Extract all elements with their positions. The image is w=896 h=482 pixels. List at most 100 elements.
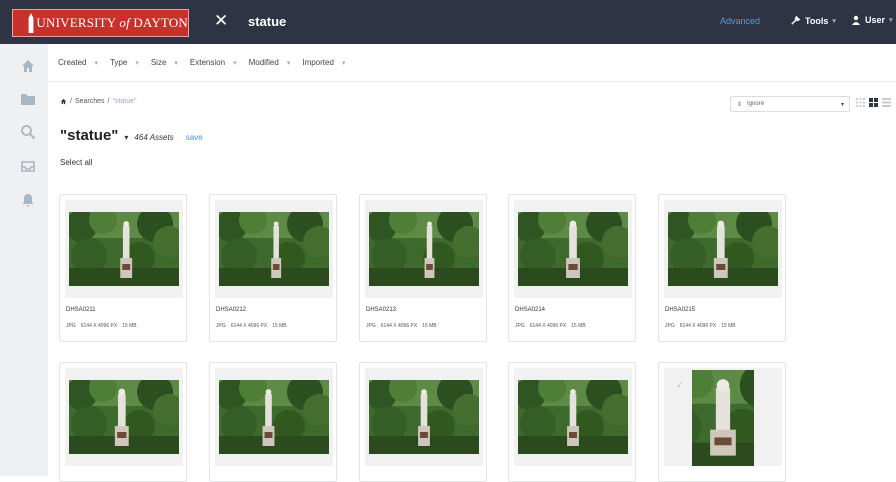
asset-thumbnail[interactable]	[65, 368, 183, 466]
asset-card[interactable]: DHSA0213 JPG 6144 X 4096 PX 15 MB	[359, 194, 487, 342]
advanced-search-link[interactable]: Advanced	[720, 16, 760, 26]
user-icon	[852, 15, 860, 25]
checkmark-icon[interactable]: ✓	[676, 380, 684, 391]
statue-photo	[215, 206, 333, 291]
chevron-down-icon: ▾	[840, 101, 844, 108]
filter-size[interactable]: Size ▾	[151, 58, 178, 67]
logo-text: UNIVERSITY of DAYTON	[36, 15, 188, 30]
asset-thumbnail[interactable]	[215, 200, 333, 298]
top-navigation-bar: UNIVERSITY of DAYTON ✕ statue Advanced T…	[0, 0, 896, 44]
search-icon[interactable]	[20, 124, 36, 140]
filter-label: Type	[109, 58, 128, 67]
tools-label: Tools	[805, 15, 829, 26]
save-search-link[interactable]: save	[186, 133, 203, 142]
asset-ext: JPG	[665, 323, 675, 329]
bell-icon[interactable]	[20, 192, 36, 208]
statue-photo	[664, 206, 782, 291]
user-menu[interactable]: User ▾	[851, 15, 893, 25]
filter-label: Size	[150, 58, 167, 67]
asset-size: 15 MB	[422, 323, 437, 329]
asset-card[interactable]	[209, 362, 337, 482]
asset-card[interactable]: DHSA0212 JPG 6144 X 4096 PX 15 MB	[209, 194, 337, 342]
asset-card[interactable]	[59, 362, 187, 482]
select-all-link[interactable]: Select all	[60, 158, 92, 167]
asset-thumbnail[interactable]	[514, 368, 632, 466]
filter-label: Extension	[189, 58, 226, 67]
asset-meta: JPG 6144 X 4096 PX 15 MB	[66, 323, 137, 329]
asset-card[interactable]	[508, 362, 636, 482]
asset-ext: JPG	[515, 323, 525, 329]
user-label: User	[865, 15, 886, 25]
asset-name: DHSA0215	[665, 307, 696, 313]
tools-menu[interactable]: Tools ▾	[790, 15, 836, 26]
statue-photo	[215, 374, 333, 459]
statue-photo	[365, 206, 483, 291]
filter-created[interactable]: Created ▾	[58, 58, 98, 67]
sort-value: Ignore	[747, 101, 765, 107]
breadcrumb-current: "statue"	[112, 98, 137, 105]
breadcrumb: / Searches / "statue"	[60, 98, 137, 105]
small-grid-view-icon[interactable]	[856, 98, 865, 107]
chevron-down-icon: ▾	[174, 59, 178, 67]
sort-select[interactable]: ⇕ Ignore ▾	[730, 96, 850, 112]
asset-dims: 6144 X 4096 PX	[230, 323, 268, 329]
results-title: "statue"	[60, 127, 119, 144]
chevron-down-icon: ▾	[94, 59, 98, 67]
statue-photo	[514, 206, 632, 291]
chapel-tower-icon	[23, 13, 34, 33]
inbox-icon[interactable]	[20, 158, 36, 174]
large-grid-view-icon[interactable]	[869, 98, 878, 107]
asset-thumbnail[interactable]	[514, 200, 632, 298]
asset-card[interactable]: ✓	[658, 362, 786, 482]
statue-photo	[365, 374, 483, 459]
home-icon[interactable]	[20, 58, 36, 74]
statue-photo	[65, 374, 183, 459]
folder-icon[interactable]	[20, 91, 36, 107]
filter-modified[interactable]: Modified ▾	[249, 58, 291, 67]
asset-size: 15 MB	[721, 323, 736, 329]
asset-size: 15 MB	[122, 323, 137, 329]
asset-card[interactable]: DHSA0214 JPG 6144 X 4096 PX 15 MB	[508, 194, 636, 342]
filter-label: Imported	[302, 58, 334, 67]
asset-ext: JPG	[66, 323, 76, 329]
university-logo[interactable]: UNIVERSITY of DAYTON	[12, 9, 189, 37]
asset-card[interactable]: DHSA0215 JPG 6144 X 4096 PX 15 MB	[658, 194, 786, 342]
asset-name: DHSA0211	[66, 307, 96, 313]
chevron-down-icon: ▾	[233, 59, 237, 67]
filter-imported[interactable]: Imported ▾	[302, 58, 345, 67]
search-query[interactable]: statue	[248, 14, 286, 29]
asset-thumbnail[interactable]	[664, 200, 782, 298]
view-toggle	[856, 98, 891, 107]
chevron-down-icon: ▾	[286, 59, 291, 67]
filter-extension[interactable]: Extension ▾	[190, 58, 237, 67]
asset-card[interactable]: DHSA0211 JPG 6144 X 4096 PX 15 MB	[59, 194, 187, 342]
home-icon[interactable]	[60, 98, 67, 105]
statue-photo	[65, 206, 183, 291]
list-view-icon[interactable]	[882, 98, 891, 107]
asset-thumbnail[interactable]: ✓	[664, 368, 782, 466]
filter-label: Created	[58, 58, 87, 67]
tools-icon	[791, 15, 801, 25]
statue-photo	[514, 374, 632, 459]
filter-type[interactable]: Type ▾	[110, 58, 139, 67]
asset-thumbnail[interactable]	[65, 200, 183, 298]
asset-thumbnail[interactable]	[365, 368, 483, 466]
left-sidebar	[0, 44, 48, 476]
asset-thumbnail[interactable]	[365, 200, 483, 298]
asset-name: DHSA0214	[515, 307, 546, 313]
asset-meta: JPG 6144 X 4096 PX 15 MB	[515, 323, 586, 329]
asset-meta: JPG 6144 X 4096 PX 15 MB	[366, 323, 437, 329]
user-caret-icon: ▾	[889, 17, 893, 24]
tools-caret-icon: ▾	[832, 17, 836, 25]
results-header: "statue" ▾ 464 Assets save	[60, 127, 203, 144]
chevron-down-icon[interactable]: ▾	[124, 133, 128, 142]
asset-name: DHSA0213	[366, 307, 397, 313]
asset-dims: 6144 X 4096 PX	[80, 323, 118, 329]
breadcrumb-searches[interactable]: Searches	[75, 98, 105, 105]
asset-card[interactable]	[359, 362, 487, 482]
statue-photo	[664, 368, 782, 466]
asset-thumbnail[interactable]	[215, 368, 333, 466]
clear-search-icon[interactable]: ✕	[214, 12, 228, 30]
asset-meta: JPG 6144 X 4096 PX 15 MB	[216, 323, 287, 329]
sort-order-icon[interactable]: ⇕	[737, 101, 742, 108]
